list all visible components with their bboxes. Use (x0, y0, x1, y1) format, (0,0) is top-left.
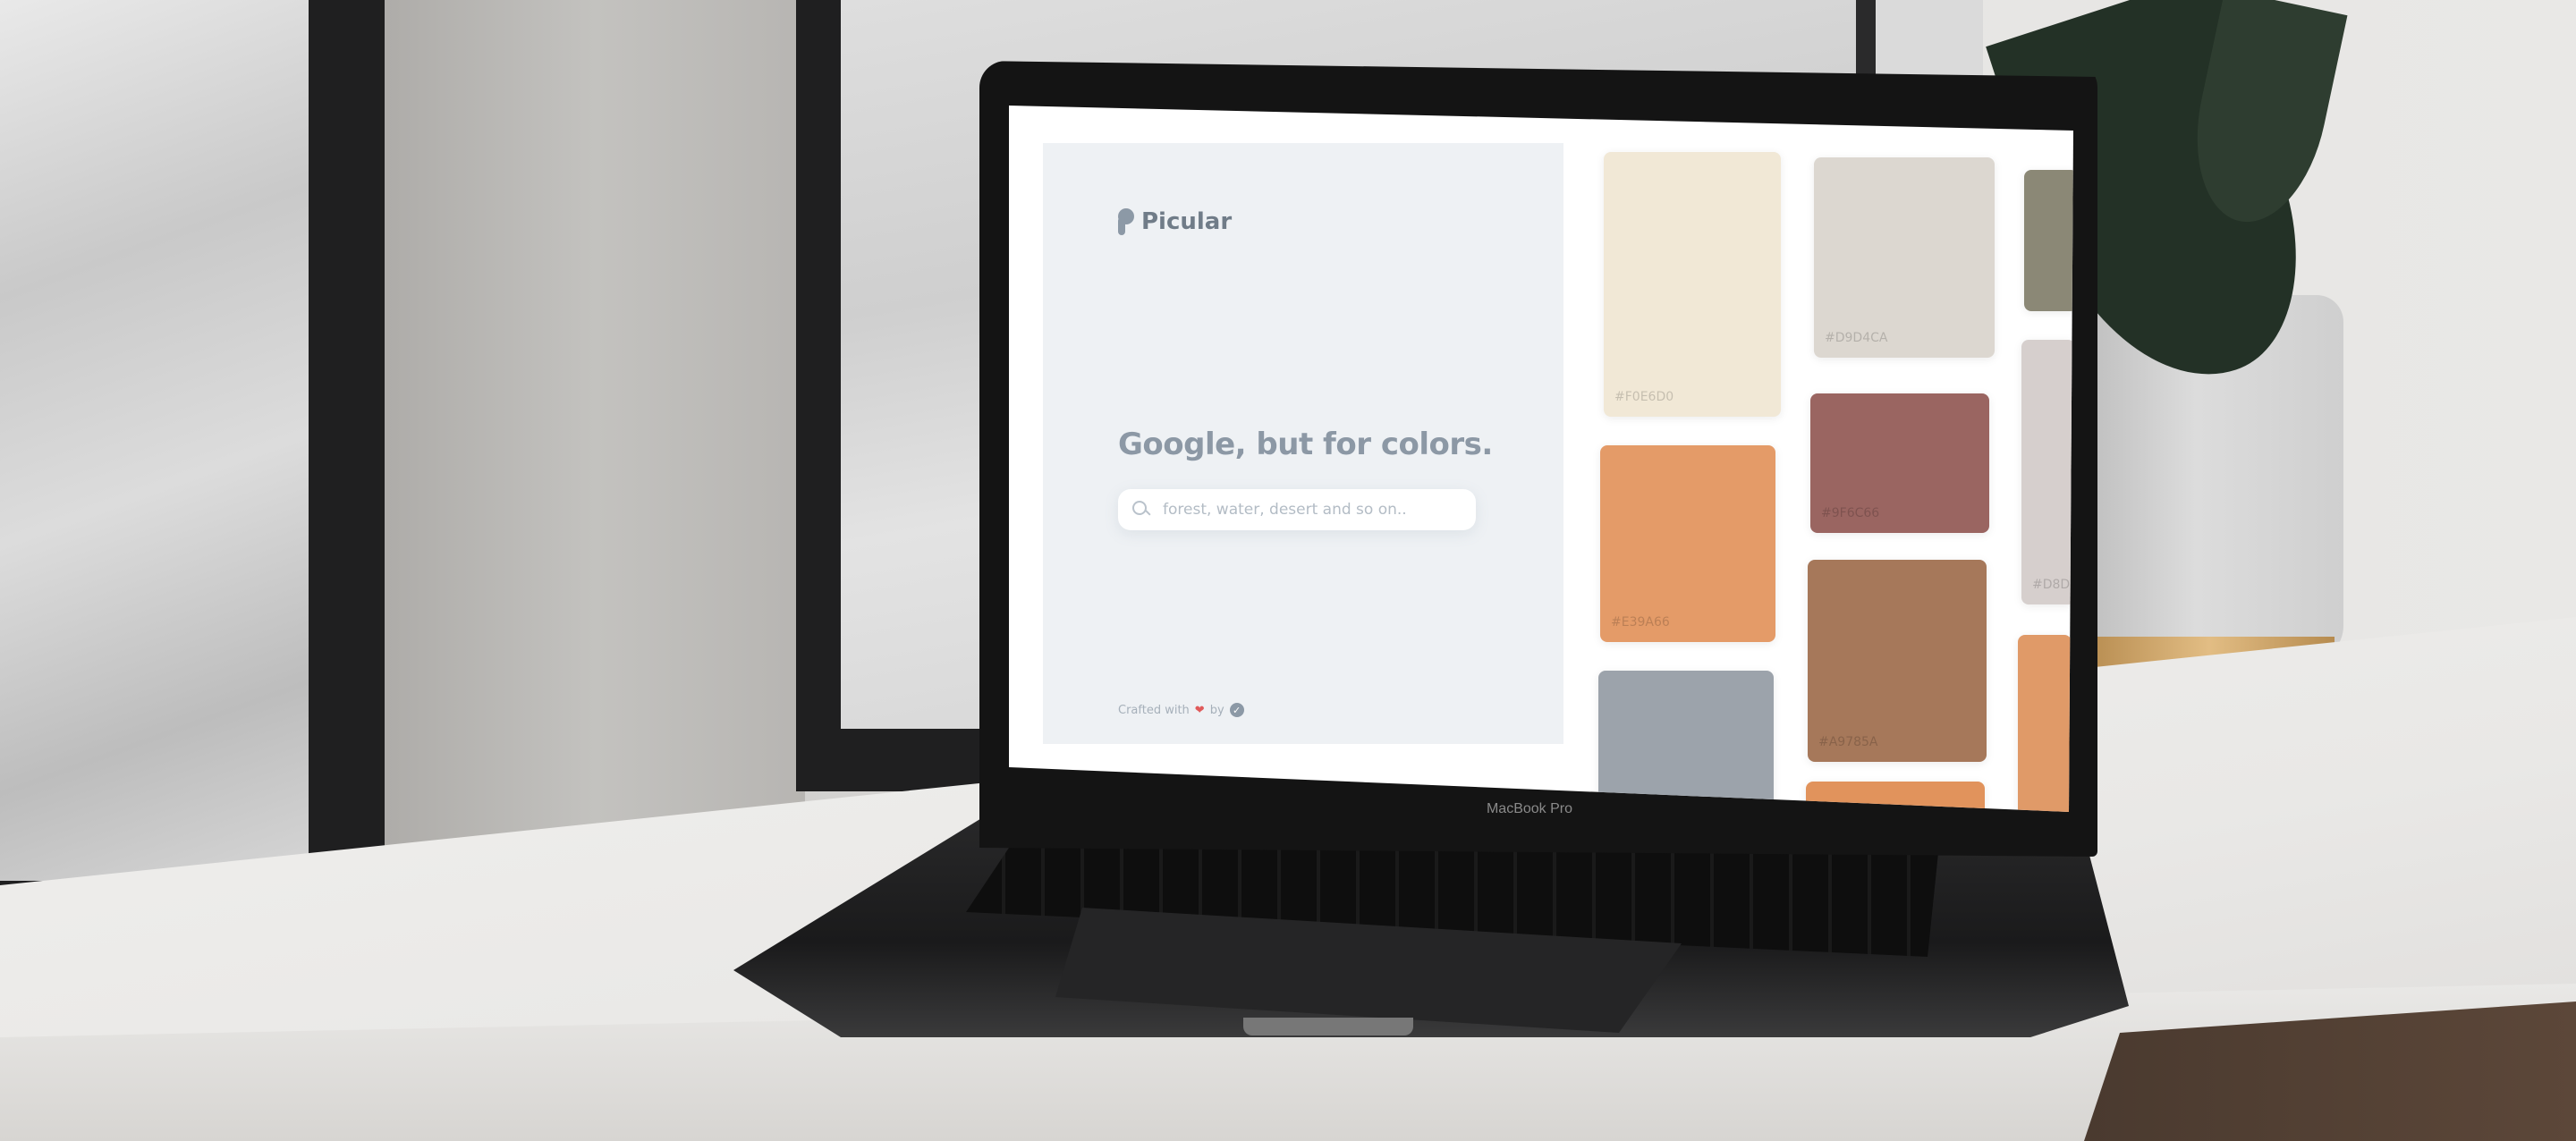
laptop-screen: Picular Google, but for colors. Crafted … (1009, 106, 2073, 812)
swatch-hex-code: #A9785A (1818, 735, 1878, 749)
swatch-hex-code: #D8D0CE (2032, 578, 2073, 592)
search-bar[interactable] (1118, 489, 1476, 530)
verified-badge-icon[interactable]: ✓ (1229, 703, 1244, 717)
color-swatch[interactable]: #D9D4CA (1814, 157, 1995, 358)
picular-logo-icon (1118, 208, 1134, 235)
color-swatch[interactable]: #E39A66 (1600, 445, 1775, 642)
swatch-hex-code: #E39A66 (1611, 615, 1670, 630)
logo-text: Picular (1141, 208, 1233, 235)
logo[interactable]: Picular (1118, 206, 1232, 238)
search-input[interactable] (1161, 500, 1460, 520)
device-label: MacBook Pro (1486, 801, 1573, 816)
footer-by-text: by (1209, 703, 1224, 717)
wall-panel (385, 0, 805, 912)
color-swatch[interactable]: #A9785A (1808, 560, 1987, 762)
page-title: Google, but for colors. (1118, 427, 1493, 462)
color-swatch[interactable] (2018, 635, 2072, 812)
laptop-hinge-notch (1243, 1018, 1413, 1035)
color-swatch[interactable] (2024, 170, 2073, 311)
swatch-hex-code: #9F6C66 (1821, 506, 1880, 520)
color-swatch[interactable]: #9F6C66 (1810, 393, 1989, 533)
color-swatch[interactable]: #D8D0CE (2021, 340, 2073, 604)
swatch-hex-code: #F0E6D0 (1614, 390, 1674, 404)
color-swatch[interactable]: #F0E6D0 (1604, 152, 1781, 417)
search-icon (1129, 497, 1154, 522)
swatch-hex-code: #D9D4CA (1825, 331, 1888, 345)
heart-icon: ❤ (1194, 703, 1205, 717)
hero-panel: Picular Google, but for colors. Crafted … (1043, 143, 1563, 744)
color-swatch[interactable] (1598, 671, 1774, 812)
footer-credit: Crafted with ❤ by ✓ (1118, 703, 1244, 717)
footer-text: Crafted with (1118, 703, 1190, 717)
window-glass-left (0, 0, 309, 881)
